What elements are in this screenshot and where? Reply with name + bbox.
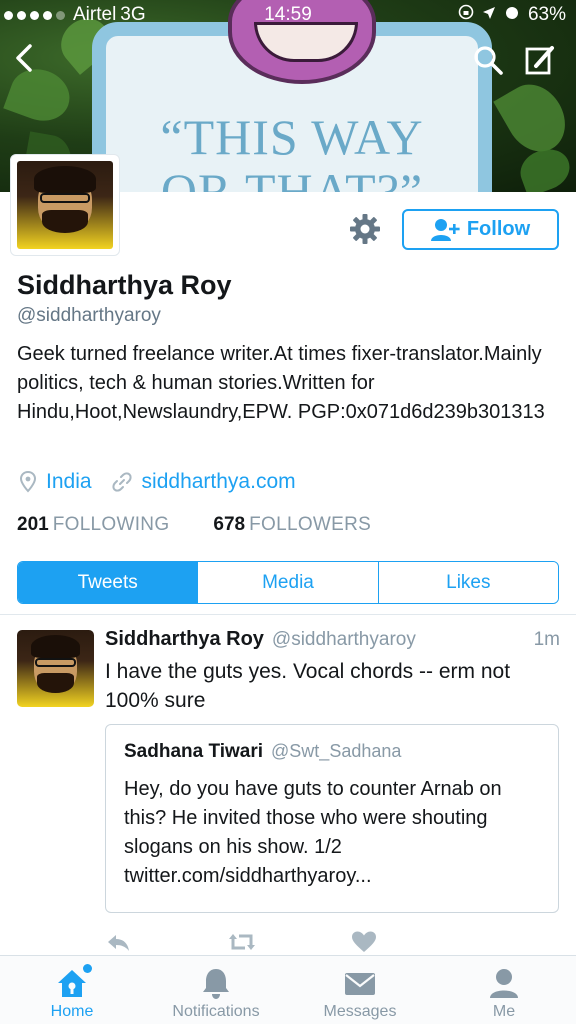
tweet-text: I have the guts yes. Vocal chords -- erm… bbox=[105, 660, 511, 712]
tweet-actions bbox=[105, 930, 405, 954]
quoted-tweet[interactable]: Sadhana Tiwari @Swt_Sadhana Hey, do you … bbox=[105, 724, 559, 913]
tab-likes[interactable]: Likes bbox=[377, 562, 558, 603]
divider bbox=[0, 614, 576, 615]
banner-sign-line1: “THIS WAY bbox=[160, 109, 424, 165]
nav-notifications[interactable]: Notifications bbox=[144, 956, 288, 1024]
bottom-navigation: Home Notifications Messages Me bbox=[0, 955, 576, 1024]
heart-icon bbox=[352, 931, 376, 952]
bell-icon bbox=[203, 969, 229, 999]
envelope-icon bbox=[345, 973, 375, 995]
nav-notifications-label: Notifications bbox=[172, 1003, 260, 1020]
battery-label: 63% bbox=[527, 4, 566, 25]
follow-button[interactable]: Follow bbox=[402, 209, 559, 250]
location-pin-icon bbox=[20, 471, 36, 493]
banner-sign-line2: OR THAT?” bbox=[160, 163, 424, 192]
profile-bio: Geek turned freelance writer.At times fi… bbox=[17, 343, 545, 423]
search-button[interactable] bbox=[472, 44, 504, 76]
alarm-icon bbox=[504, 4, 520, 26]
lock-rotation-icon bbox=[458, 4, 474, 26]
following-stat[interactable]: 201 FOLLOWING bbox=[17, 514, 169, 536]
following-count: 201 bbox=[17, 514, 49, 535]
profile-name: Siddharthya Roy bbox=[17, 270, 232, 300]
tab-media[interactable]: Media bbox=[197, 562, 378, 603]
profile-handle: @siddharthyaroy bbox=[17, 305, 161, 326]
profile-stats: 201 FOLLOWING 678 FOLLOWERS bbox=[17, 514, 371, 536]
tweet-author[interactable]: Siddharthya Roy bbox=[105, 628, 264, 651]
nav-messages-label: Messages bbox=[323, 1003, 397, 1020]
retweet-button[interactable] bbox=[227, 930, 257, 954]
followers-stat[interactable]: 678 FOLLOWERS bbox=[213, 514, 371, 536]
tweet-avatar[interactable] bbox=[17, 630, 94, 707]
quoted-handle: @Swt_Sadhana bbox=[271, 741, 402, 761]
person-icon bbox=[490, 969, 518, 998]
location-arrow-icon bbox=[482, 4, 496, 26]
location-text: India bbox=[46, 470, 92, 493]
nav-home[interactable]: Home bbox=[0, 956, 144, 1024]
following-label: FOLLOWING bbox=[52, 514, 170, 535]
profile-meta: India siddharthya.com bbox=[20, 470, 296, 494]
profile-location: India bbox=[20, 470, 92, 494]
profile-website[interactable]: siddharthya.com bbox=[111, 470, 296, 494]
nav-me[interactable]: Me bbox=[432, 956, 576, 1024]
tweet-handle: @siddharthyaroy bbox=[271, 629, 416, 650]
followers-label: FOLLOWERS bbox=[249, 514, 372, 535]
search-icon bbox=[474, 46, 503, 75]
nav-me-label: Me bbox=[492, 1003, 516, 1020]
tweet-timestamp: 1m bbox=[533, 629, 560, 650]
status-bar: Airtel 3G 14:59 63% bbox=[0, 0, 576, 30]
tab-tweets[interactable]: Tweets bbox=[18, 562, 198, 603]
quoted-text: Hey, do you have guts to counter Arnab o… bbox=[124, 778, 502, 887]
home-notification-dot bbox=[83, 964, 92, 973]
retweet-icon bbox=[229, 934, 255, 950]
like-button[interactable] bbox=[351, 930, 377, 954]
add-user-icon bbox=[430, 218, 460, 241]
follow-button-label: Follow bbox=[466, 218, 531, 240]
reply-button[interactable] bbox=[105, 930, 131, 954]
settings-button[interactable] bbox=[348, 212, 382, 246]
nav-messages[interactable]: Messages bbox=[288, 956, 432, 1024]
back-button[interactable] bbox=[10, 42, 40, 74]
nav-home-label: Home bbox=[50, 1003, 94, 1020]
website-link[interactable]: siddharthya.com bbox=[142, 470, 296, 494]
compose-icon bbox=[525, 46, 554, 75]
compose-tweet-button[interactable] bbox=[524, 44, 556, 76]
link-icon bbox=[111, 472, 132, 492]
tweet-header: Siddharthya Roy @siddharthyaroy 1m bbox=[105, 628, 560, 651]
chevron-left-icon bbox=[16, 44, 32, 72]
profile-avatar[interactable] bbox=[10, 154, 120, 256]
profile-tabs: Tweets Media Likes bbox=[17, 561, 559, 604]
followers-count: 678 bbox=[213, 514, 246, 535]
gear-icon bbox=[350, 214, 380, 244]
quoted-author: Sadhana Tiwari bbox=[124, 741, 264, 762]
reply-icon bbox=[108, 935, 129, 951]
